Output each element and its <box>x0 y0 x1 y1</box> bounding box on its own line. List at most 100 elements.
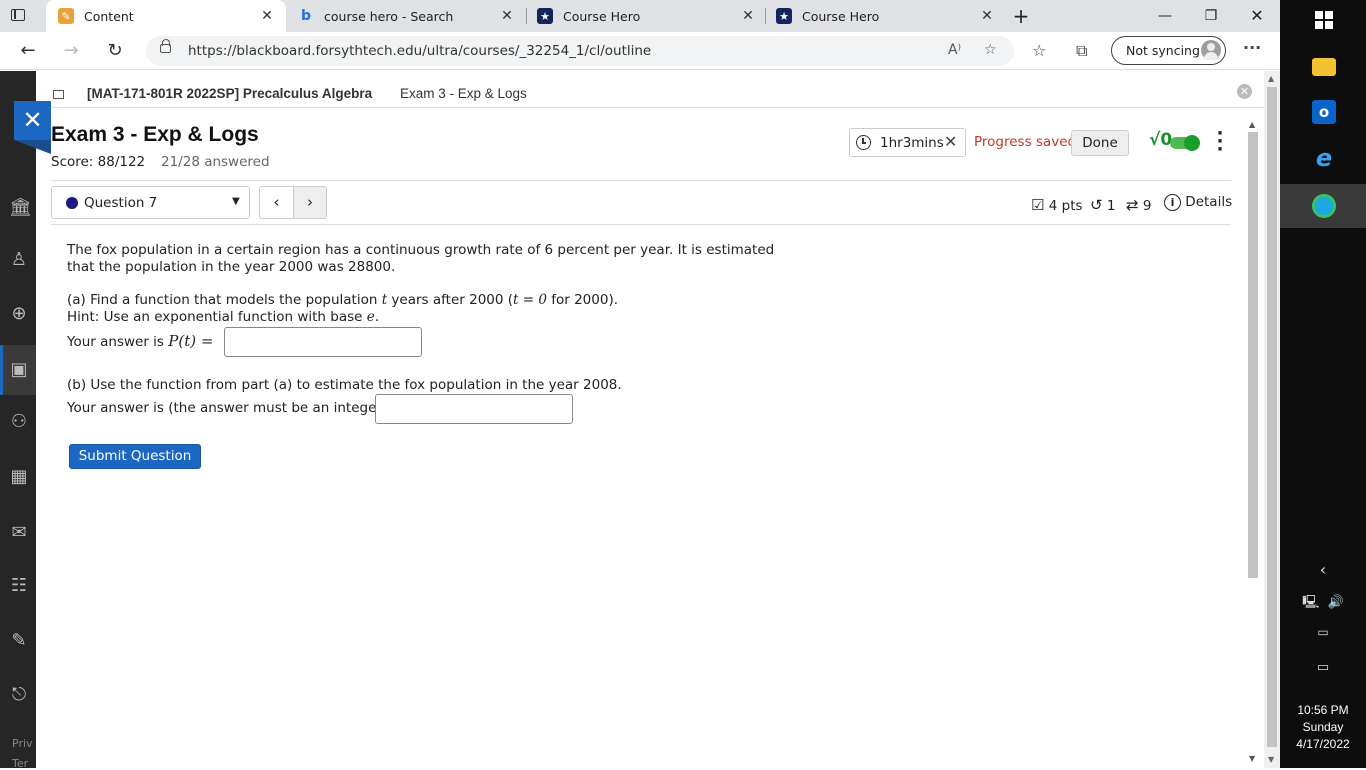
points-label: 4 pts <box>1048 198 1083 214</box>
scroll-thumb[interactable] <box>1267 87 1277 747</box>
question-stem-line: The fox population in a certain region h… <box>67 242 775 258</box>
windows-start-icon[interactable] <box>1315 11 1333 29</box>
collections-icon[interactable]: ⧉ <box>1076 41 1087 61</box>
folder-icon <box>1312 58 1336 76</box>
hide-timer-icon[interactable]: ✕ <box>944 132 957 151</box>
question-status-dot <box>66 197 78 209</box>
tab-title: Course Hero <box>802 8 880 24</box>
retries-count: 1 <box>1106 198 1116 214</box>
battery-icon[interactable]: ▭ <box>1280 625 1366 639</box>
close-panel-button[interactable]: ✕ <box>14 101 51 154</box>
more-menu-icon[interactable]: · · · <box>1215 125 1225 159</box>
next-question-button[interactable]: › <box>293 186 327 219</box>
tab-content[interactable]: ✎ Content ✕ <box>46 0 286 32</box>
question-stem-line: that the population in the year 2000 was… <box>67 259 396 275</box>
new-tab-button[interactable]: + <box>998 0 1044 32</box>
close-window-button[interactable]: ✕ <box>1234 0 1280 32</box>
courses-icon[interactable]: ▣ <box>9 360 29 380</box>
forward-button[interactable]: → <box>57 37 85 65</box>
part-a-prompt: (a) Find a function that models the popu… <box>67 292 618 309</box>
retry-icon: ↺ <box>1090 196 1103 214</box>
messages-icon[interactable]: ✉ <box>9 523 29 543</box>
terms-link[interactable]: Ter <box>12 757 28 770</box>
close-tab-icon[interactable]: ✕ <box>741 8 755 24</box>
grades-icon[interactable]: ☷ <box>9 576 29 596</box>
restore-button[interactable]: ❐ <box>1188 0 1234 32</box>
question-selector-label: Question 7 <box>84 195 158 211</box>
math-display-icon: √0 <box>1149 130 1173 150</box>
course-hero-icon: ★ <box>537 8 553 24</box>
part-a-text: (a) Find a function that models the popu… <box>67 292 382 308</box>
lock-icon <box>160 39 171 53</box>
back-button[interactable]: ← <box>14 37 42 65</box>
file-explorer-app[interactable] <box>1280 44 1366 88</box>
close-breadcrumb-icon[interactable]: ✕ <box>1237 84 1252 99</box>
hint-text: Hint: Use an exponential function with b… <box>67 309 379 326</box>
pencil-icon: ✎ <box>58 8 74 24</box>
refresh-button[interactable]: ↻ <box>101 37 129 65</box>
close-tab-icon[interactable]: ✕ <box>260 8 274 24</box>
scroll-up-icon[interactable]: ▲ <box>1249 120 1255 129</box>
tab-title: Content <box>84 8 134 24</box>
submit-question-button[interactable]: Submit Question <box>69 444 201 469</box>
scroll-down-icon[interactable]: ▼ <box>1268 755 1274 764</box>
read-aloud-icon[interactable]: A⁾ <box>948 42 961 58</box>
scroll-up-icon[interactable]: ▲ <box>1268 74 1274 83</box>
profile-icon[interactable]: ♙ <box>9 250 29 270</box>
previous-question-button[interactable]: ‹ <box>259 186 293 219</box>
tab-course-hero-1[interactable]: ★ Course Hero ✕ <box>527 0 765 32</box>
network-volume-icons[interactable]: 🖳 🔊 <box>1280 593 1366 615</box>
points-info: ☑ 4 pts <box>1031 196 1083 214</box>
minimize-button[interactable]: — <box>1142 0 1188 32</box>
institution-icon[interactable]: 🏛 <box>9 198 32 218</box>
tab-title: Course Hero <box>563 8 641 24</box>
scroll-down-icon[interactable]: ▼ <box>1249 754 1255 763</box>
details-label: Details <box>1185 194 1233 210</box>
page-scrollbar[interactable]: ▲ ▼ <box>1264 71 1280 768</box>
tab-actions-icon[interactable] <box>8 6 30 26</box>
course-icon <box>53 90 64 99</box>
tab-title: course hero - Search <box>324 8 454 24</box>
close-tab-icon[interactable]: ✕ <box>500 8 514 24</box>
outlook-app[interactable]: o <box>1280 90 1366 134</box>
avatar-icon <box>1201 40 1221 60</box>
sign-out-icon[interactable]: ⎋ <box>9 685 29 705</box>
answer-a-input[interactable] <box>224 327 422 357</box>
more-options-icon[interactable]: ··· <box>1243 38 1261 57</box>
favorites-icon[interactable]: ☆ <box>1032 41 1046 60</box>
breadcrumb: [MAT-171-801R 2022SP] Precalculus Algebr… <box>36 80 1264 108</box>
attempts-icon: ⇄ <box>1126 196 1139 214</box>
breadcrumb-page: Exam 3 - Exp & Logs <box>400 86 527 101</box>
details-button[interactable]: i Details <box>1164 194 1232 211</box>
edge-app[interactable] <box>1280 184 1366 228</box>
internet-explorer-app[interactable]: e <box>1280 136 1366 180</box>
question-selector[interactable]: Question 7 ▼ <box>51 186 250 219</box>
tools-icon[interactable]: ✎ <box>9 631 29 651</box>
checkbox-icon: ☑ <box>1031 196 1045 214</box>
privacy-link[interactable]: Priv <box>12 737 33 750</box>
content-scrollbar[interactable]: ▲ ▼ <box>1246 118 1260 768</box>
clock-day[interactable]: Sunday <box>1280 720 1366 734</box>
url-bar[interactable]: https://blackboard.forsythtech.edu/ultra… <box>146 36 1014 66</box>
close-tab-icon[interactable]: ✕ <box>980 8 994 24</box>
clock-date[interactable]: 4/17/2022 <box>1280 737 1366 751</box>
tab-bing-search[interactable]: b course hero - Search ✕ <box>288 0 524 32</box>
math-equation: t = 0 <box>513 292 547 308</box>
tab-course-hero-2[interactable]: ★ Course Hero ✕ <box>766 0 1004 32</box>
attempts-count: 9 <box>1142 198 1152 214</box>
breadcrumb-course[interactable]: [MAT-171-801R 2022SP] Precalculus Algebr… <box>87 86 372 101</box>
answer-b-input[interactable] <box>375 394 573 424</box>
profile-sync-button[interactable]: Not syncing <box>1111 36 1226 65</box>
math-display-toggle[interactable] <box>1170 135 1200 151</box>
add-favorite-icon[interactable]: ☆ <box>984 42 997 58</box>
done-button[interactable]: Done <box>1071 130 1129 156</box>
exam-score: Score: 88/122 <box>51 154 146 170</box>
notifications-icon[interactable]: ▭ <box>1280 660 1366 675</box>
calendar-icon[interactable]: ▦ <box>9 467 29 487</box>
part-a-text: years after 2000 ( <box>387 292 514 308</box>
organizations-icon[interactable]: ⚇ <box>9 412 29 432</box>
activity-globe-icon[interactable]: ⊕ <box>9 304 29 324</box>
clock-time[interactable]: 10:56 PM <box>1280 703 1366 717</box>
show-hidden-icons-icon[interactable]: ‹ <box>1280 560 1366 579</box>
scroll-thumb[interactable] <box>1248 132 1258 578</box>
